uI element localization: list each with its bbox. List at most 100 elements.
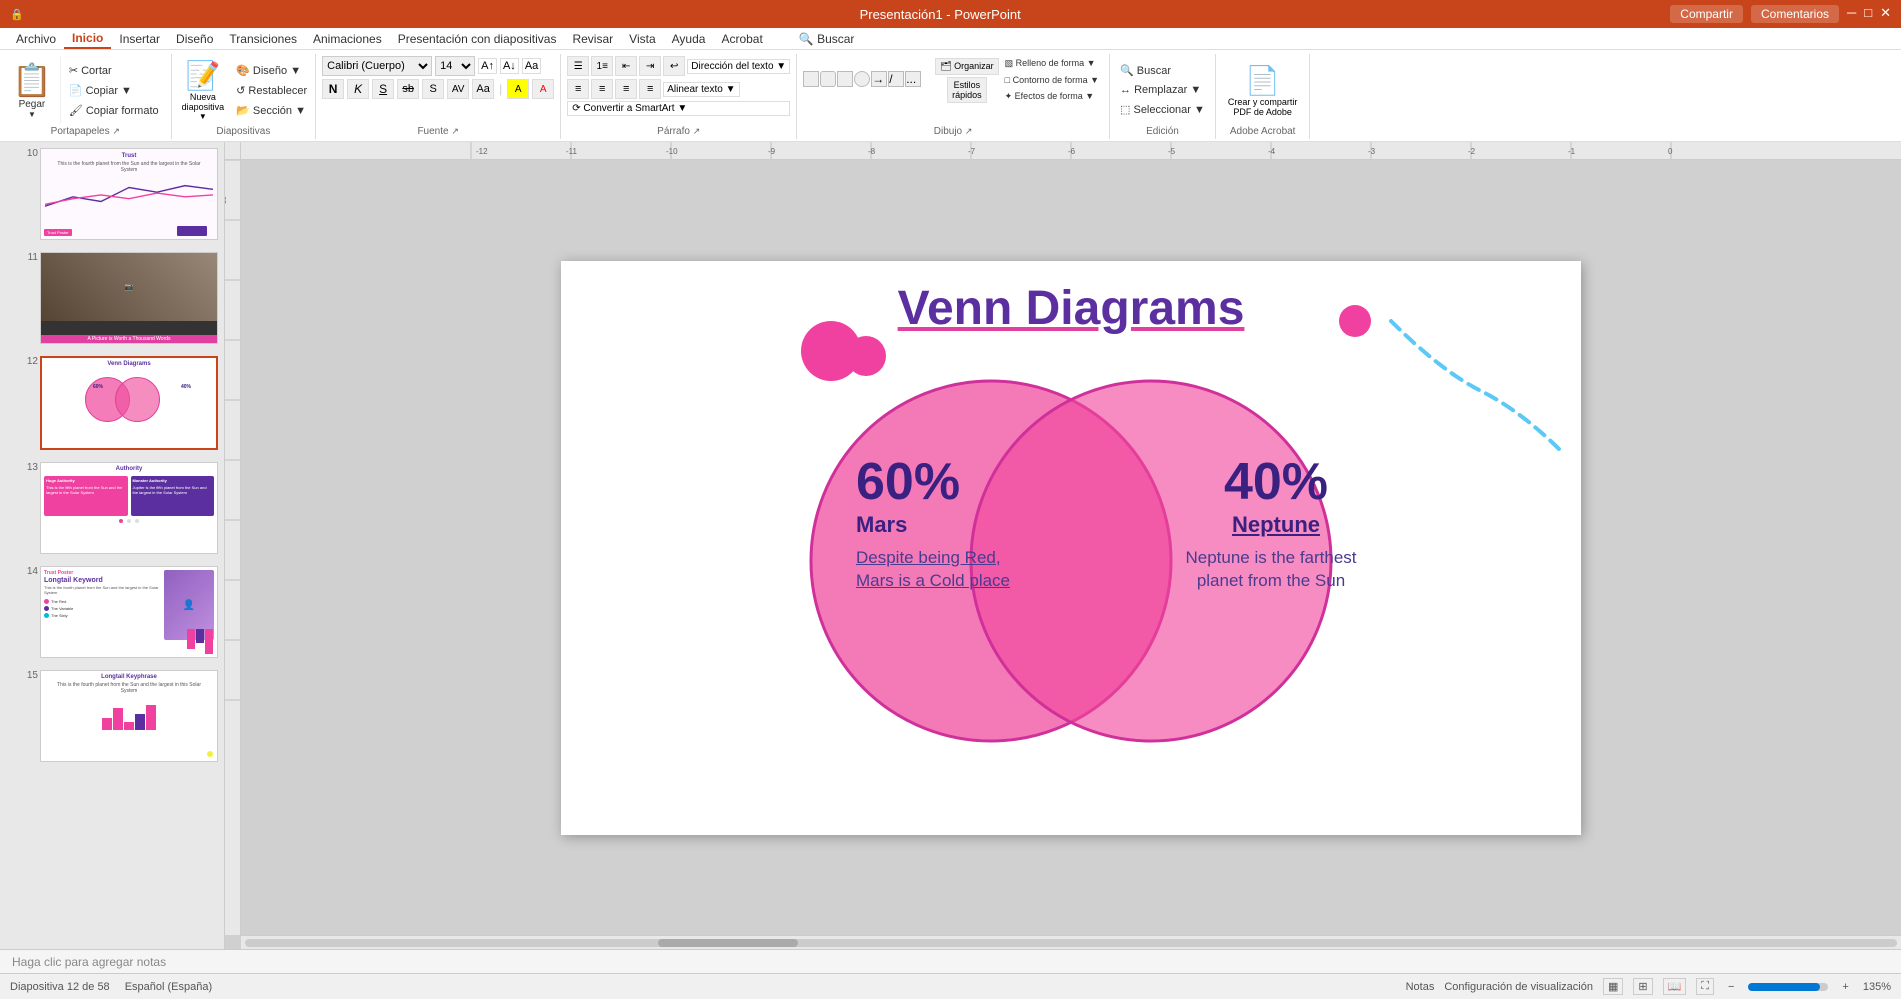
- zoom-out[interactable]: −: [1724, 981, 1738, 993]
- shape-arrow[interactable]: →: [871, 71, 887, 87]
- italic-button[interactable]: K: [347, 79, 369, 99]
- align-right-button[interactable]: ≡: [615, 79, 637, 99]
- slide-thumb-14[interactable]: Trust Poster Longtail Keyword This is th…: [40, 566, 218, 658]
- shape-rect[interactable]: [803, 71, 819, 87]
- align-center-button[interactable]: ≡: [591, 79, 613, 99]
- indent-less-button[interactable]: ⇤: [615, 56, 637, 76]
- minimize-button[interactable]: ─: [1847, 5, 1856, 23]
- menu-archivo[interactable]: Archivo: [8, 30, 64, 48]
- menu-vista[interactable]: Vista: [621, 30, 663, 48]
- design-button[interactable]: 🎨 Diseño ▼: [232, 62, 311, 79]
- rtl-button[interactable]: ↩: [663, 56, 685, 76]
- shape-rounded-rect[interactable]: [820, 71, 836, 87]
- left-percent: 60%: [856, 456, 1056, 508]
- status-left: Diapositiva 12 de 58 Español (España): [10, 981, 212, 993]
- scrollbar-thumb-h[interactable]: [658, 939, 798, 947]
- zoom-in[interactable]: +: [1838, 981, 1852, 993]
- edicion-label: Edición: [1116, 124, 1209, 137]
- view-normal[interactable]: ▦: [1603, 978, 1623, 995]
- slide-num-14: 14: [22, 566, 40, 577]
- ribbon: 📋 Pegar ▼ ✂ Cortar 📄 Copiar ▼ 🖌 Copiar f…: [0, 50, 1901, 142]
- highlight-button[interactable]: A: [507, 79, 529, 99]
- align-left-button[interactable]: ≡: [567, 79, 589, 99]
- contorno-button[interactable]: □ Contorno de forma ▼: [1001, 73, 1103, 87]
- remplazar-button[interactable]: ↔ Remplazar ▼: [1116, 82, 1209, 98]
- bullets-button[interactable]: ☰: [567, 56, 589, 76]
- paste-button[interactable]: 📋 Pegar ▼: [4, 56, 61, 124]
- menu-revisar[interactable]: Revisar: [564, 30, 621, 48]
- buscar-button[interactable]: 🔍 Buscar: [1116, 62, 1209, 79]
- slide-thumb-12[interactable]: Venn Diagrams 60% 40%: [40, 356, 218, 450]
- svg-text:-3: -3: [1368, 147, 1376, 156]
- main-area: 10 Trust This is the fourth planet from …: [0, 142, 1901, 949]
- ribbon-dibujo: → / ... 🗂 Organizar Estilosrápidos ▧ Rel…: [797, 54, 1110, 139]
- bold-button[interactable]: N: [322, 79, 344, 99]
- shape-line[interactable]: /: [888, 71, 904, 87]
- format-copy-button[interactable]: 🖌 Copiar formato: [65, 102, 163, 119]
- seleccionar-button[interactable]: ⬚ Seleccionar ▼: [1116, 101, 1209, 118]
- share-button[interactable]: Compartir: [1670, 5, 1743, 23]
- clear-format-button[interactable]: Aa: [522, 58, 541, 74]
- indent-more-button[interactable]: ⇥: [639, 56, 661, 76]
- decrease-font-button[interactable]: A↓: [500, 58, 519, 74]
- slide-thumb-15[interactable]: Longtail Keyphrase This is the fourth pl…: [40, 670, 218, 762]
- increase-font-button[interactable]: A↑: [478, 58, 497, 74]
- notes-bar[interactable]: Haga clic para agregar notas: [0, 949, 1901, 973]
- ruler-container: -12 -11 -10 -9 -8 -7 -6 -5 -4: [225, 142, 1901, 160]
- view-reading[interactable]: 📖: [1663, 978, 1687, 995]
- menu-acrobat[interactable]: Acrobat: [713, 30, 770, 48]
- slide-thumb-13[interactable]: Authority Huge Authority This is the fif…: [40, 462, 218, 554]
- shape-triangle[interactable]: [837, 71, 853, 87]
- view-slide-sorter[interactable]: ⊞: [1633, 978, 1652, 995]
- menu-presentacion[interactable]: Presentación con diapositivas: [390, 30, 565, 48]
- menu-inicio[interactable]: Inicio: [64, 29, 111, 49]
- ribbon-diapositivas: 📝 Nuevadiapositiva ▼ 🎨 Diseño ▼ ↺ Restab…: [172, 54, 317, 139]
- convert-smartart-button[interactable]: ⟳ Convertir a SmartArt ▼: [567, 101, 790, 116]
- slide-title[interactable]: Venn Diagrams: [898, 281, 1245, 336]
- new-slide-button[interactable]: 📝 Nuevadiapositiva ▼: [176, 57, 231, 123]
- menu-ayuda[interactable]: Ayuda: [664, 30, 714, 48]
- shape-circle[interactable]: [854, 71, 870, 87]
- charspacing-button[interactable]: AV: [447, 79, 469, 99]
- menu-diseno[interactable]: Diseño: [168, 30, 221, 48]
- fontcase-button[interactable]: Aa: [472, 79, 494, 99]
- align-text-button[interactable]: Alinear texto ▼: [663, 82, 739, 97]
- copy-button[interactable]: 📄 Copiar ▼: [65, 82, 163, 99]
- scrollbar-horizontal[interactable]: [241, 935, 1901, 949]
- cut-button[interactable]: ✂ Cortar: [65, 62, 163, 79]
- create-pdf-button[interactable]: 📄 Crear y compartirPDF de Adobe: [1228, 64, 1298, 117]
- comments-button[interactable]: Comentarios: [1751, 5, 1839, 23]
- justify-button[interactable]: ≡: [639, 79, 661, 99]
- maximize-button[interactable]: □: [1864, 5, 1872, 23]
- view-settings[interactable]: Configuración de visualización: [1444, 981, 1593, 993]
- font-selector[interactable]: Calibri (Cuerpo): [322, 56, 432, 76]
- zoom-slider[interactable]: [1748, 983, 1828, 991]
- slide-canvas[interactable]: Venn Diagrams 60% Mars Despite being Red…: [561, 261, 1581, 835]
- slide-num-10: 10: [22, 148, 40, 159]
- strikethrough-button[interactable]: sb: [397, 79, 419, 99]
- text-direction-button[interactable]: Dirección del texto ▼: [687, 59, 790, 74]
- menu-insertar[interactable]: Insertar: [111, 30, 168, 48]
- reset-button[interactable]: ↺ Restablecer: [232, 82, 311, 99]
- efectos-button[interactable]: ✦ Efectos de forma ▼: [1001, 89, 1103, 104]
- slide-thumb-11[interactable]: 📷 A Picture is Worth a Thousand Words: [40, 252, 218, 344]
- organizar-button[interactable]: 🗂 Organizar: [935, 58, 998, 75]
- underline-button[interactable]: S: [372, 79, 394, 99]
- shape-more[interactable]: ...: [905, 71, 921, 87]
- estilos-rapidos-button[interactable]: Estilosrápidos: [947, 77, 987, 103]
- notes-toggle[interactable]: Notas: [1406, 981, 1435, 993]
- numbered-button[interactable]: 1≡: [591, 56, 613, 76]
- slide-thumb-10[interactable]: Trust This is the fourth planet from the…: [40, 148, 218, 240]
- relleno-button[interactable]: ▧ Relleno de forma ▼: [1001, 56, 1103, 71]
- menu-buscar[interactable]: 🔍 Buscar: [791, 30, 863, 48]
- shadow-button[interactable]: S: [422, 79, 444, 99]
- menu-animaciones[interactable]: Animaciones: [305, 30, 390, 48]
- font-size-selector[interactable]: 14: [435, 56, 475, 76]
- view-presenter[interactable]: ⛶: [1696, 978, 1714, 995]
- close-button[interactable]: ✕: [1880, 5, 1891, 23]
- title-bar: 🔒 Presentación1 - PowerPoint Compartir C…: [0, 0, 1901, 28]
- slide-info: Diapositiva 12 de 58: [10, 981, 110, 993]
- font-color-button[interactable]: A: [532, 79, 554, 99]
- menu-transiciones[interactable]: Transiciones: [221, 30, 305, 48]
- section-button[interactable]: 📂 Sección ▼: [232, 102, 311, 119]
